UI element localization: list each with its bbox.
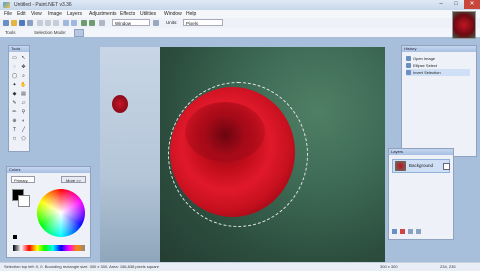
cursor-coordinates: 234, 235: [440, 264, 456, 269]
colors-panel-title: Colors: [7, 167, 90, 173]
copy-icon[interactable]: [45, 20, 51, 26]
history-item-icon: [406, 56, 411, 61]
menu-edit[interactable]: Edit: [17, 11, 26, 17]
history-item-icon: [406, 63, 411, 68]
units-dropdown[interactable]: Pixels: [183, 19, 223, 26]
print-icon[interactable]: [27, 20, 33, 26]
line-icon[interactable]: ╱: [20, 127, 27, 134]
ellipse-selection[interactable]: [168, 82, 308, 227]
undo-icon[interactable]: [81, 20, 87, 26]
app-icon: [3, 2, 10, 8]
menu-adjustments[interactable]: Adjustments: [89, 11, 117, 17]
minimize-button[interactable]: –: [434, 0, 448, 9]
units-label: Units:: [166, 20, 178, 25]
color-wheel[interactable]: [37, 189, 85, 237]
menu-utilities[interactable]: Utilities: [140, 11, 156, 17]
layers-panel-title: Layers: [389, 149, 453, 155]
rulers-icon[interactable]: [153, 20, 159, 26]
lasso-icon[interactable]: ◌: [11, 64, 18, 71]
image-canvas[interactable]: [100, 47, 385, 262]
selection-mode-label: Selection Mode:: [34, 30, 67, 35]
pan-icon[interactable]: ✋: [20, 82, 27, 89]
maximize-button[interactable]: □: [449, 0, 463, 9]
menu-window[interactable]: Window: [164, 11, 182, 17]
color-picker-icon[interactable]: ⚲: [20, 109, 27, 116]
rect-select-icon[interactable]: ▭: [11, 55, 18, 62]
pencil-icon[interactable]: ✏: [11, 109, 18, 116]
colors-panel: Colors Primary More >>: [6, 166, 91, 258]
recolor-icon[interactable]: ◐: [20, 118, 27, 125]
add-layer-icon[interactable]: [392, 229, 397, 234]
menu-layers[interactable]: Layers: [67, 11, 82, 17]
eraser-icon[interactable]: ▱: [20, 100, 27, 107]
gradient-icon[interactable]: ▤: [20, 91, 27, 98]
open-icon[interactable]: [11, 20, 17, 26]
tool-label[interactable]: Tools: [5, 30, 16, 35]
move-selection-icon[interactable]: ✥: [20, 64, 27, 71]
selection-mode-button[interactable]: [74, 29, 84, 37]
grid-icon[interactable]: [99, 20, 105, 26]
history-item[interactable]: Open Image: [406, 55, 470, 62]
menu-file[interactable]: File: [4, 11, 12, 17]
duplicate-layer-icon[interactable]: [408, 229, 413, 234]
paintbrush-icon[interactable]: ✎: [11, 100, 18, 107]
history-item-selected[interactable]: Invert Selection: [406, 69, 470, 76]
zoom-icon[interactable]: ⌕: [20, 73, 27, 80]
paint-bucket-icon[interactable]: ◆: [11, 91, 18, 98]
layer-row[interactable]: Background: [392, 159, 450, 173]
new-icon[interactable]: [3, 20, 9, 26]
tools-panel-title: Tools: [9, 46, 29, 52]
status-text: Selection top left: 0, 0. Bounding recta…: [4, 264, 159, 269]
move-icon[interactable]: ↖: [20, 55, 27, 62]
more-colors-button[interactable]: More >>: [61, 176, 86, 183]
layer-properties-icon[interactable]: [416, 229, 421, 234]
delete-layer-icon[interactable]: [400, 229, 405, 234]
paste-icon[interactable]: [53, 20, 59, 26]
crop-icon[interactable]: [63, 20, 69, 26]
reset-colors-icon[interactable]: [13, 235, 17, 239]
deselect-icon[interactable]: [71, 20, 77, 26]
layer-thumbnail: [395, 161, 406, 171]
menu-effects[interactable]: Effects: [120, 11, 135, 17]
image-size: 300 x 300: [380, 264, 398, 269]
window-dropdown[interactable]: Window: [112, 19, 150, 26]
layer-name: Background: [409, 163, 434, 168]
history-panel-title: History: [402, 46, 476, 52]
primary-dropdown[interactable]: Primary: [11, 176, 35, 183]
save-icon[interactable]: [19, 20, 25, 26]
tools-panel: Tools ▭ ↖ ◌ ✥ ◯ ⌕ ✦ ✋ ◆ ▤ ✎ ▱ ✏ ⚲ ⊕ ◐ T …: [8, 45, 30, 152]
menu-image[interactable]: Image: [48, 11, 62, 17]
magic-wand-icon[interactable]: ✦: [11, 82, 18, 89]
text-icon[interactable]: T: [11, 127, 18, 134]
history-item[interactable]: Ellipse Select: [406, 62, 470, 69]
image-thumbnail[interactable]: [452, 11, 476, 39]
shapes-icon[interactable]: ⬠: [20, 136, 27, 143]
menu-view[interactable]: View: [31, 11, 42, 17]
layers-panel: Layers Background: [388, 148, 454, 240]
color-palette[interactable]: [13, 245, 85, 251]
clone-stamp-icon[interactable]: ⊕: [11, 118, 18, 125]
cut-icon[interactable]: [37, 20, 43, 26]
menu-help[interactable]: Help: [186, 11, 196, 17]
window-title: Untitled - Paint.NET v3.36: [14, 2, 72, 8]
redo-icon[interactable]: [89, 20, 95, 26]
layer-visibility-checkbox[interactable]: [443, 163, 450, 170]
rose-bud: [112, 95, 128, 113]
history-panel: History Open Image Ellipse Select Invert…: [401, 45, 477, 157]
history-item-icon: [406, 70, 411, 75]
rectangle-icon[interactable]: □: [11, 136, 18, 143]
ellipse-select-icon[interactable]: ◯: [11, 73, 18, 80]
close-button[interactable]: ✕: [464, 0, 480, 9]
secondary-color-swatch[interactable]: [18, 195, 30, 207]
